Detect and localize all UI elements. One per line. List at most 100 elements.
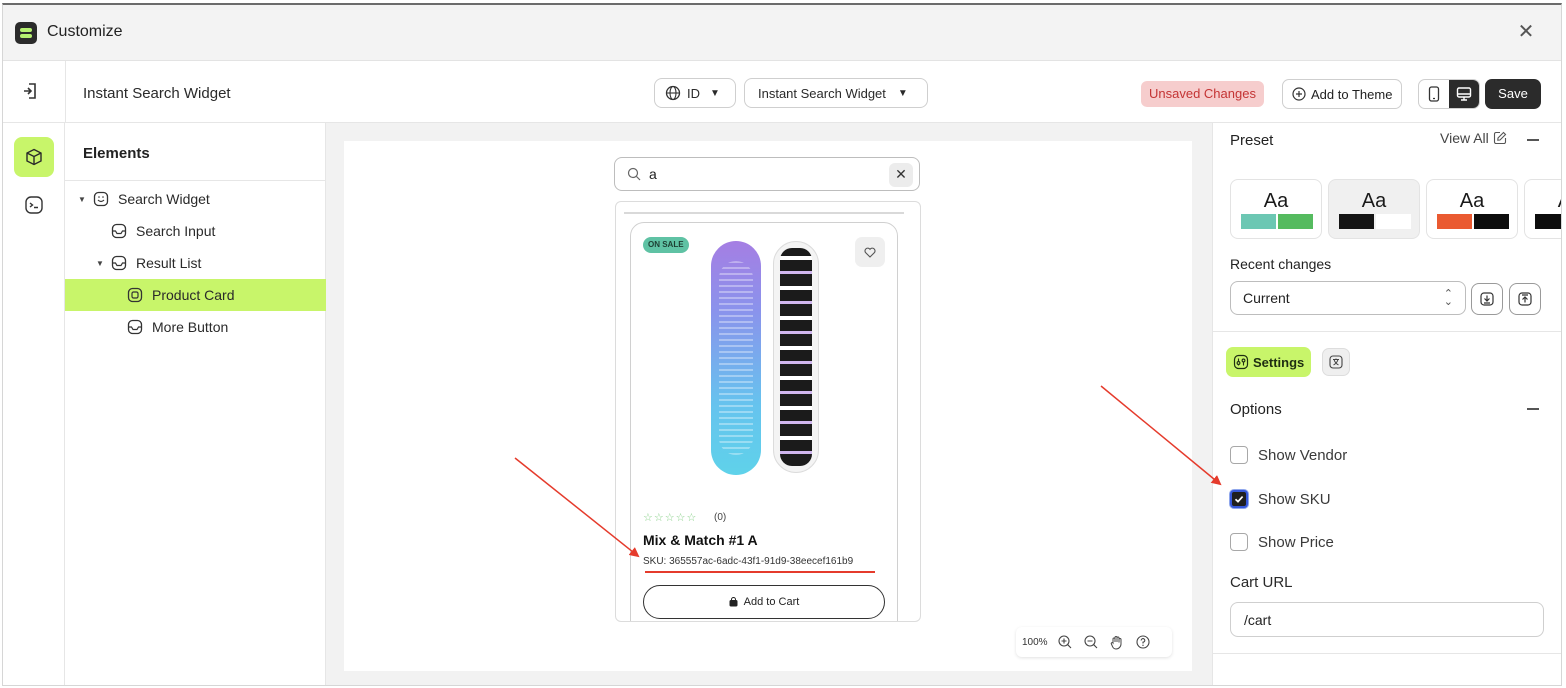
caret-down-icon[interactable]: ▼ (77, 195, 87, 204)
preview-canvas: a ✕ ON SALE ☆☆☆☆☆ (0) Mix & Match #1 A S… (326, 123, 1212, 685)
show-vendor-checkbox[interactable] (1230, 446, 1248, 464)
plus-circle-icon (1292, 87, 1306, 101)
collapse-options-icon[interactable] (1527, 408, 1539, 410)
option-show-price[interactable]: Show Price (1230, 532, 1334, 552)
import-icon (1480, 292, 1494, 306)
export-icon (1518, 292, 1532, 306)
cart-url-input[interactable] (1230, 602, 1544, 637)
recent-changes-value: Current (1243, 290, 1290, 306)
product-image-board-left (711, 241, 761, 475)
view-all-label: View All (1440, 130, 1489, 146)
tab-settings[interactable]: Settings (1226, 347, 1312, 377)
customizer-window: Customize ✕ Instant Search Widget ID ▼ I… (2, 3, 1562, 686)
zoom-in-icon[interactable] (1056, 633, 1074, 651)
preset-card[interactable]: Aa (1230, 179, 1322, 239)
preset-swatches (1241, 214, 1313, 229)
tree-item-label: More Button (152, 319, 229, 335)
option-label: Show Vendor (1258, 446, 1348, 464)
preset-list: Aa Aa Aa Aa (1230, 179, 1561, 241)
cube-icon (26, 148, 42, 166)
device-toggle (1418, 79, 1480, 109)
preset-sample: Aa (1263, 190, 1289, 212)
product-card[interactable]: ON SALE ☆☆☆☆☆ (0) Mix & Match #1 A SKU: … (630, 222, 898, 621)
preview-stage: a ✕ ON SALE ☆☆☆☆☆ (0) Mix & Match #1 A S… (344, 141, 1192, 671)
zoom-out-icon[interactable] (1082, 633, 1100, 651)
widget-selector[interactable]: Instant Search Widget ▼ (744, 78, 928, 108)
preset-card[interactable]: Aa (1426, 179, 1518, 239)
hand-pan-icon[interactable] (1108, 633, 1126, 651)
left-rail (3, 123, 65, 685)
widget-selector-value: Instant Search Widget (758, 85, 886, 101)
element-icon (111, 255, 127, 271)
collapse-preset-icon[interactable] (1527, 139, 1539, 141)
swatch (1535, 214, 1561, 229)
tab-translate[interactable] (1322, 348, 1350, 376)
tree-item-label: Product Card (152, 287, 235, 303)
swatch (1437, 214, 1472, 229)
preset-sample: Aa (1525, 190, 1561, 213)
tree-item-result-list[interactable]: ▼ Result List (65, 247, 326, 279)
preview-search-input[interactable]: a ✕ (614, 157, 920, 191)
recent-changes-label: Recent changes (1230, 256, 1332, 272)
preset-card[interactable]: Aa (1328, 179, 1420, 239)
tree-item-more-button[interactable]: More Button (65, 311, 326, 343)
save-button[interactable]: Save (1485, 79, 1541, 109)
tree-item-label: Search Input (136, 223, 216, 239)
wishlist-heart-icon[interactable] (855, 237, 885, 267)
export-button[interactable] (1509, 283, 1541, 315)
language-select[interactable]: ID ▼ (654, 78, 736, 108)
option-label: Show Price (1258, 533, 1334, 551)
preview-result-list: ON SALE ☆☆☆☆☆ (0) Mix & Match #1 A SKU: … (615, 201, 921, 622)
swatch (1278, 214, 1313, 229)
swatch (1474, 214, 1509, 229)
swatch (1339, 214, 1374, 229)
rail-elements-button[interactable] (14, 137, 54, 177)
result-list-divider (624, 212, 904, 214)
add-to-cart-button[interactable]: Add to Cart (643, 585, 885, 619)
search-query: a (649, 166, 657, 182)
settings-tab-label: Settings (1253, 354, 1305, 370)
title-bar: Customize ✕ (3, 5, 1561, 61)
widget-title: Instant Search Widget (83, 85, 231, 102)
view-all-link[interactable]: View All (1440, 130, 1507, 146)
translate-icon (1329, 355, 1343, 369)
option-show-sku[interactable]: Show SKU (1230, 489, 1331, 509)
preset-card[interactable]: Aa (1524, 179, 1561, 239)
terminal-icon (25, 196, 43, 214)
product-image-board-right (773, 241, 819, 473)
cart-url-label: Cart URL (1230, 574, 1293, 591)
mobile-view-button[interactable] (1419, 80, 1449, 108)
help-icon[interactable] (1134, 633, 1152, 651)
clear-search-icon[interactable]: ✕ (889, 163, 913, 187)
tree-item-label: Search Widget (118, 191, 210, 207)
chevron-down-icon: ▼ (710, 87, 720, 99)
search-icon (627, 167, 641, 181)
close-icon[interactable]: ✕ (1513, 19, 1539, 45)
desktop-view-button[interactable] (1449, 80, 1479, 108)
element-icon (111, 223, 127, 239)
rail-code-button[interactable] (14, 185, 54, 225)
app-logo-icon (15, 22, 37, 44)
settings-icon (1233, 354, 1249, 370)
panel-divider (1213, 653, 1561, 654)
element-icon (127, 319, 143, 335)
desktop-icon (1456, 87, 1472, 101)
recent-changes-select[interactable]: Current ⌃ ⌄ (1230, 281, 1466, 315)
sku-annotation-underline (645, 571, 875, 573)
tree-item-product-card[interactable]: Product Card (65, 279, 326, 311)
option-show-vendor[interactable]: Show Vendor (1230, 445, 1347, 465)
preset-label: Preset (1230, 132, 1274, 149)
show-sku-checkbox[interactable] (1230, 490, 1248, 508)
tree-item-search-input[interactable]: Search Input (65, 215, 326, 247)
add-to-theme-button[interactable]: Add to Theme (1282, 79, 1403, 109)
exit-icon[interactable] (21, 81, 41, 101)
window-title: Customize (47, 23, 123, 40)
import-button[interactable] (1471, 283, 1503, 315)
preset-swatches (1535, 214, 1561, 229)
preset-swatches (1437, 214, 1509, 229)
settings-panel: Preset View All Aa Aa Aa Recent changes … (1212, 123, 1561, 685)
caret-down-icon[interactable]: ▼ (95, 259, 105, 268)
show-price-checkbox[interactable] (1230, 533, 1248, 551)
tree-item-search-widget[interactable]: ▼ Search Widget (65, 183, 326, 215)
product-sku: SKU: 365557ac-6adc-43f1-91d9-38eecef161b… (643, 556, 854, 567)
